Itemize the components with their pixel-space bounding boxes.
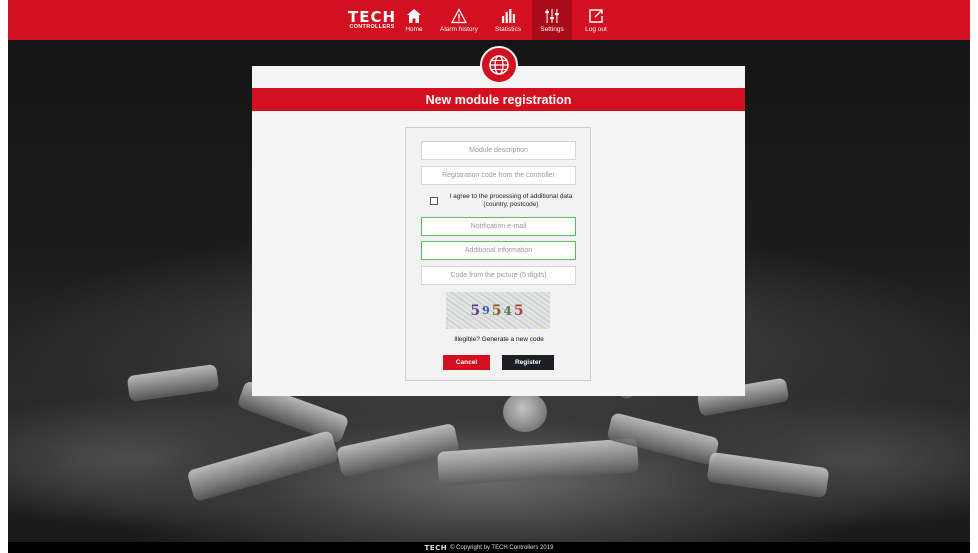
nav-home[interactable]: Home <box>398 0 430 40</box>
additional-information-placeholder: Additional information <box>464 247 533 254</box>
nav-log-out-label: Log out <box>585 26 607 33</box>
consent-label: I agree to the processing of additional … <box>449 193 573 208</box>
nav-settings-label: Settings <box>540 26 564 33</box>
register-button[interactable]: Register <box>502 355 554 370</box>
captcha-digit: 4 <box>503 303 514 318</box>
logo-subtitle: CONTROLLERS <box>349 23 395 30</box>
captcha-digit: 5 <box>470 302 483 319</box>
nav-home-label: Home <box>405 26 423 33</box>
notification-email-input[interactable]: Notification e-mail <box>421 217 576 236</box>
consent-row: I agree to the processing of additional … <box>430 193 580 209</box>
registration-code-placeholder: Registration code from the controller <box>442 172 555 179</box>
home-icon <box>407 9 421 23</box>
warning-icon <box>451 8 467 24</box>
cancel-button[interactable]: Cancel <box>443 355 490 370</box>
registration-code-input[interactable]: Registration code from the controller <box>421 166 576 185</box>
logout-icon <box>589 9 603 23</box>
globe-badge <box>480 46 518 84</box>
nav-statistics[interactable]: Statistics <box>488 0 528 40</box>
page-footer: TECH © Copyright by TECH Controllers 201… <box>8 542 970 553</box>
captcha-digit: 9 <box>482 304 492 317</box>
captcha-code-input[interactable]: Code from the picture (5 digits) <box>421 266 576 285</box>
consent-checkbox[interactable] <box>430 197 438 205</box>
captcha-digit: 5 <box>513 302 526 319</box>
logo-wordmark: TECH <box>347 7 397 26</box>
bar-chart-icon <box>502 9 515 23</box>
copyright-text: © Copyright by TECH Controllers 2019 <box>450 544 554 551</box>
nav-statistics-label: Statistics <box>494 26 521 33</box>
nav-log-out[interactable]: Log out <box>576 0 616 40</box>
notification-email-placeholder: Notification e-mail <box>470 223 527 230</box>
app-screen: TECH CONTROLLERS Home Alarm history Stat… <box>8 0 970 553</box>
top-navigation-bar: TECH CONTROLLERS Home Alarm history Stat… <box>8 0 970 40</box>
module-registration-dialog: New module registration Module descripti… <box>252 66 745 396</box>
nav-alarm-history[interactable]: Alarm history <box>430 0 488 40</box>
dialog-title: New module registration <box>425 92 572 107</box>
globe-icon <box>489 55 509 75</box>
captcha-image: 5 9 5 4 5 <box>446 292 550 329</box>
additional-information-input[interactable]: Additional information <box>421 241 576 260</box>
footer-logo: TECH <box>424 543 448 552</box>
generate-new-code-link[interactable]: Illegible? Generate a new code <box>406 336 592 343</box>
module-description-placeholder: Module description <box>469 147 528 154</box>
dialog-header: New module registration <box>252 88 745 111</box>
captcha-digit: 5 <box>491 302 504 319</box>
sliders-icon <box>545 9 559 23</box>
tech-controllers-logo[interactable]: TECH CONTROLLERS <box>346 0 398 40</box>
nav-settings[interactable]: Settings <box>532 0 572 40</box>
nav-alarm-history-label: Alarm history <box>440 26 478 33</box>
captcha-code-placeholder: Code from the picture (5 digits) <box>450 272 547 279</box>
module-description-input[interactable]: Module description <box>421 141 576 160</box>
main-nav: TECH CONTROLLERS Home Alarm history Stat… <box>346 0 616 40</box>
registration-form: Module description Registration code fro… <box>405 127 591 381</box>
